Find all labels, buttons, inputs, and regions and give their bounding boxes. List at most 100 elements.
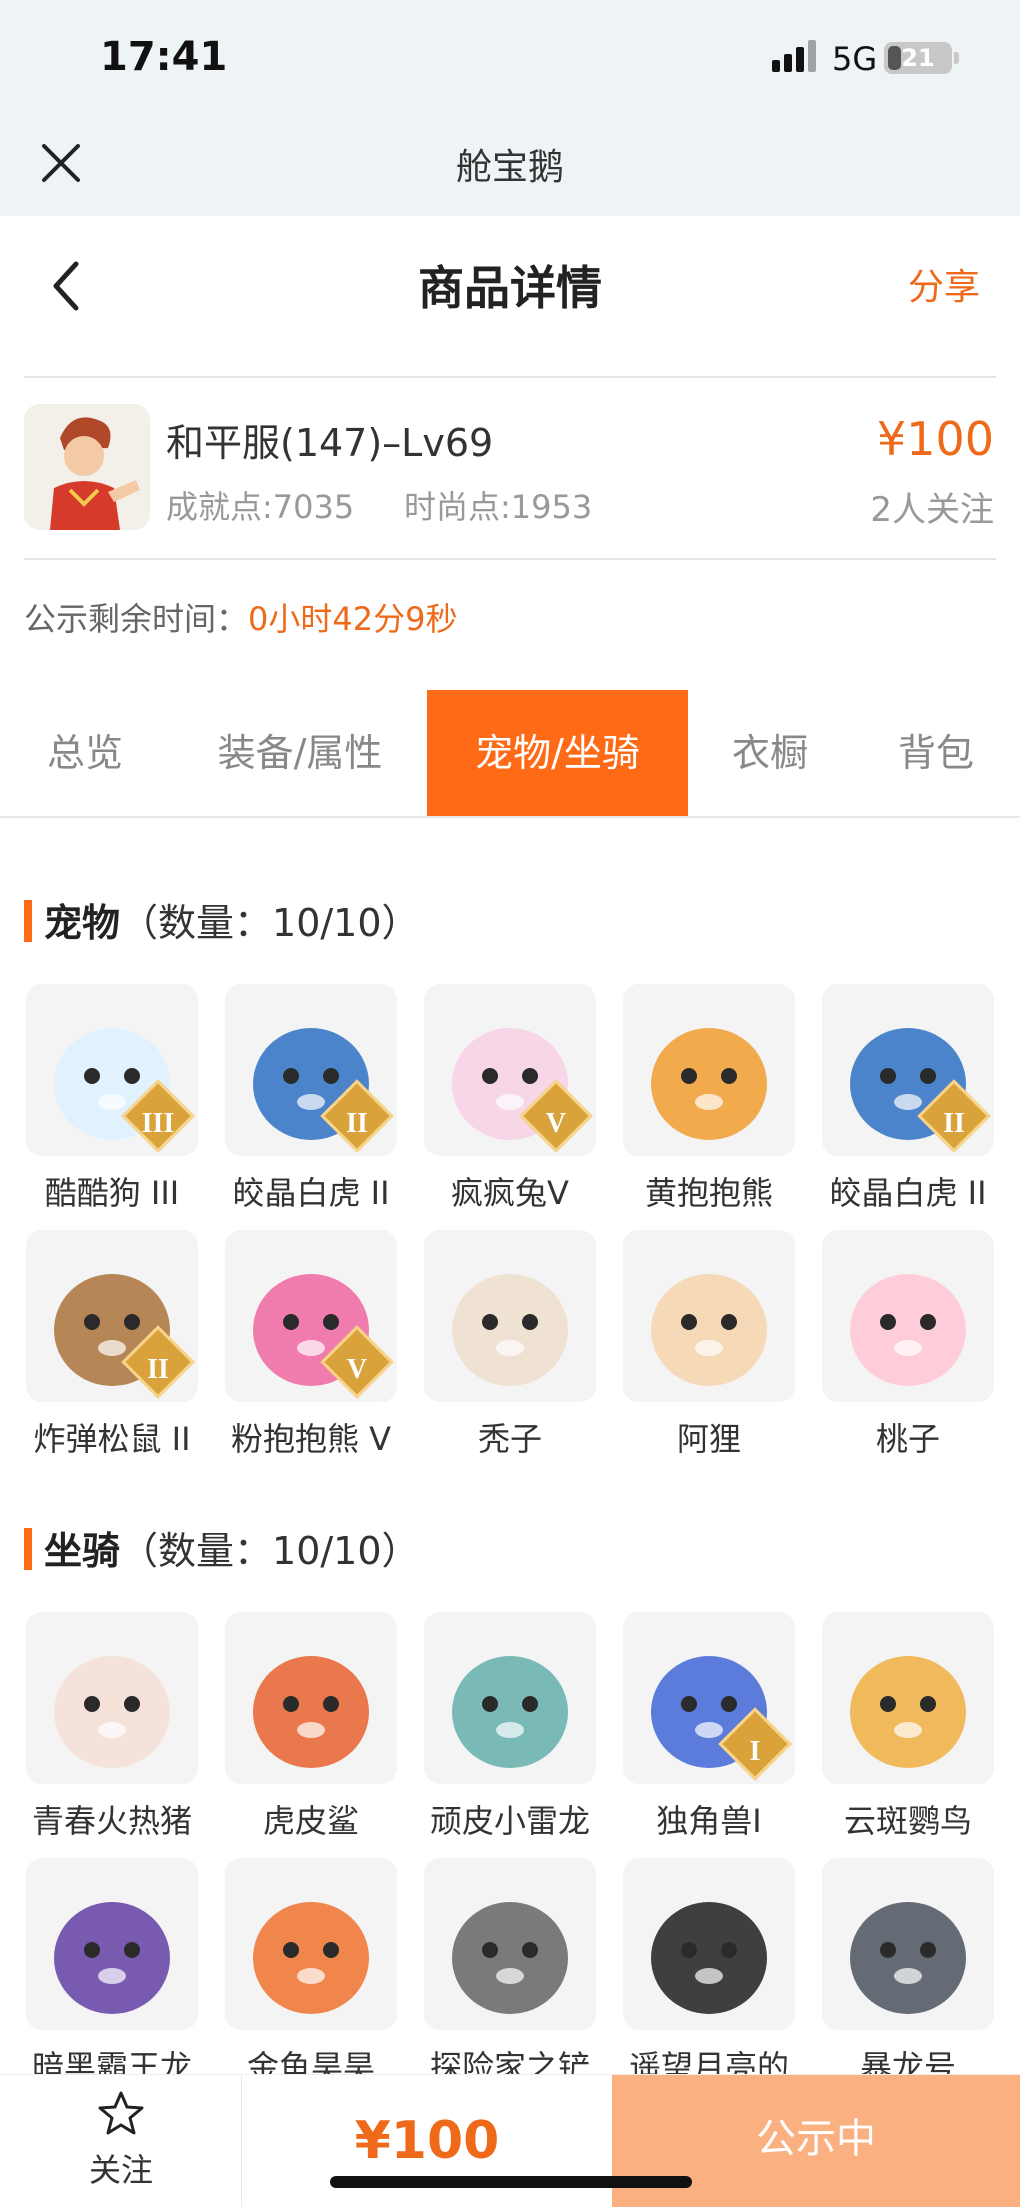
rank-badge-text: I: [749, 1736, 761, 1767]
countdown-label: 公示剩余时间：: [24, 600, 249, 638]
fashion-points: 时尚点:1953: [404, 488, 593, 526]
signal-icon: [772, 40, 818, 72]
network-label: 5G: [832, 40, 878, 78]
follow-button[interactable]: 关注: [0, 2075, 242, 2207]
pet-image: [424, 1230, 596, 1402]
rank-badge-text: V: [346, 1354, 368, 1385]
pets-section-title: 宠物（数量：10/10）: [24, 892, 420, 947]
divider: [24, 376, 996, 378]
app-title: 舱宝鹅: [455, 147, 564, 188]
mount-image: I: [623, 1612, 795, 1784]
follow-label: 关注: [88, 2151, 153, 2189]
pet-card[interactable]: 阿狸: [621, 1230, 797, 1460]
tab-pets-mounts[interactable]: 宠物/坐骑: [427, 690, 688, 816]
mount-card[interactable]: 遥望月亮的: [621, 1858, 797, 2088]
pet-card[interactable]: III 酷酷狗 III: [24, 984, 200, 1214]
app-bar: 舱宝鹅: [0, 110, 1020, 216]
achievement-points: 成就点:7035: [166, 488, 355, 526]
pets-count: （数量：10/10）: [120, 901, 420, 945]
tab-equipment[interactable]: 装备/属性: [190, 690, 410, 816]
product-name: 和平服(147)–Lv69: [166, 421, 494, 465]
countdown-value: 0小时42分9秒: [248, 600, 458, 638]
page-header: 商品详情 分享: [0, 216, 1020, 376]
mount-name: 云斑鹦鸟: [843, 1802, 972, 1840]
share-button[interactable]: 分享: [908, 258, 980, 310]
pet-image: [623, 984, 795, 1156]
pet-image: [623, 1230, 795, 1402]
mount-card[interactable]: 金鱼昊昊: [223, 1858, 399, 2088]
pet-name: 粉抱抱熊 V: [230, 1420, 392, 1458]
mount-card[interactable]: 云斑鹦鸟: [820, 1612, 996, 1842]
pet-name: 黄抱抱熊: [644, 1174, 773, 1212]
mount-image: [26, 1858, 198, 2030]
pet-name: 秃子: [477, 1420, 542, 1458]
rank-badge-text: II: [147, 1354, 169, 1385]
rank-badge-text: III: [141, 1108, 175, 1139]
mounts-grid: 青春火热猪 虎皮鲨 顽皮小雷龙 I 独角兽I 云斑鹦鸟暗黑霸王龙 金鱼昊昊 探险家之铲 遥望月亮…: [24, 1612, 996, 2086]
mount-card[interactable]: 探险家之铲: [422, 1858, 598, 2088]
tab-backpack[interactable]: 背包: [866, 690, 1006, 816]
pet-image: II: [225, 984, 397, 1156]
mount-image: [26, 1612, 198, 1784]
pet-name: 阿狸: [676, 1420, 741, 1458]
mount-card[interactable]: 顽皮小雷龙: [422, 1612, 598, 1842]
mounts-count: （数量：10/10）: [120, 1529, 420, 1573]
mount-image: [822, 1858, 994, 2030]
rank-badge-text: II: [346, 1108, 368, 1139]
bottom-price: ¥100: [354, 2111, 500, 2171]
star-icon: [96, 2089, 146, 2139]
battery-percent: 21: [901, 44, 935, 72]
divider: [24, 558, 996, 560]
rank-badge-text: II: [943, 1108, 965, 1139]
tab-wardrobe[interactable]: 衣橱: [700, 690, 840, 816]
pet-card[interactable]: II 皎晶白虎 II: [820, 984, 996, 1214]
mount-card[interactable]: 青春火热猪: [24, 1612, 200, 1842]
follower-count: 2人关注: [870, 490, 994, 530]
mount-card[interactable]: 暴龙号: [820, 1858, 996, 2088]
countdown: 公示剩余时间：0小时42分9秒: [24, 594, 457, 640]
pet-card[interactable]: II 炸弹松鼠 II: [24, 1230, 200, 1460]
pet-name: 酷酷狗 III: [44, 1174, 180, 1212]
mount-image: [822, 1612, 994, 1784]
pet-card[interactable]: 桃子: [820, 1230, 996, 1460]
pet-card[interactable]: V 粉抱抱熊 V: [223, 1230, 399, 1460]
mount-card[interactable]: 虎皮鲨: [223, 1612, 399, 1842]
pets-title: 宠物: [44, 901, 121, 945]
section-marker: [24, 900, 32, 942]
pet-image: [822, 1230, 994, 1402]
tab-overview[interactable]: 总览: [10, 690, 160, 816]
pets-grid: III 酷酷狗 III II 皎晶白虎 II V 疯疯兔V 黄抱抱熊 II 皎晶白虎 II II 炸…: [24, 984, 996, 1458]
product-price: ¥100: [876, 412, 994, 466]
pet-card[interactable]: 黄抱抱熊: [621, 984, 797, 1214]
pet-name: 炸弹松鼠 II: [33, 1420, 191, 1458]
home-indicator: [330, 2176, 692, 2188]
rank-badge-text: V: [545, 1108, 567, 1139]
pet-image: V: [424, 984, 596, 1156]
pet-name: 桃子: [875, 1420, 940, 1458]
mount-name: 独角兽I: [656, 1802, 762, 1840]
battery-icon: 21: [884, 42, 952, 74]
pet-image: V: [225, 1230, 397, 1402]
mount-image: [424, 1858, 596, 2030]
page-title: 商品详情: [418, 261, 602, 315]
pet-image: II: [26, 1230, 198, 1402]
tab-bar: 总览 装备/属性 宠物/坐骑 衣橱 背包: [0, 690, 1020, 818]
mount-card[interactable]: I 独角兽I: [621, 1612, 797, 1842]
pet-image: III: [26, 984, 198, 1156]
pet-card[interactable]: II 皎晶白虎 II: [223, 984, 399, 1214]
mounts-section-title: 坐骑（数量：10/10）: [24, 1520, 420, 1575]
mount-card[interactable]: 暗黑霸王龙: [24, 1858, 200, 2088]
status-time: 17:41: [100, 34, 228, 80]
pet-card[interactable]: V 疯疯兔V: [422, 984, 598, 1214]
mount-image: [424, 1612, 596, 1784]
pet-card[interactable]: 秃子: [422, 1230, 598, 1460]
pet-name: 皎晶白虎 II: [829, 1174, 987, 1212]
pet-name: 皎晶白虎 II: [232, 1174, 390, 1212]
mount-name: 青春火热猪: [31, 1802, 192, 1840]
mount-name: 顽皮小雷龙: [429, 1802, 590, 1840]
mount-image: [623, 1858, 795, 2030]
mounts-title: 坐骑: [44, 1529, 121, 1573]
pet-image: II: [822, 984, 994, 1156]
status-bar: 17:41 5G 21: [0, 0, 1020, 110]
mount-image: [225, 1612, 397, 1784]
